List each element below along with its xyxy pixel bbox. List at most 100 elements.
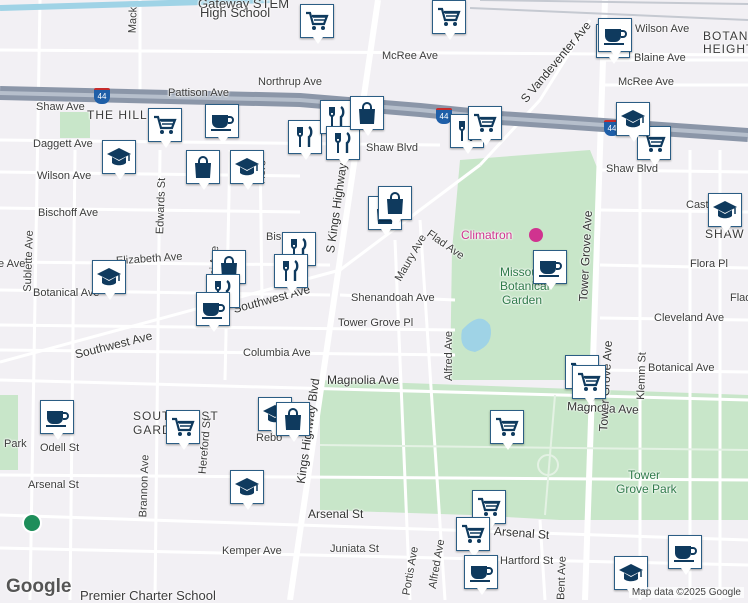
fork-knife-icon: [297, 126, 313, 147]
street-label: Botanical Ave: [648, 362, 715, 374]
street-label: Pattison Ave: [168, 87, 229, 99]
poi-pin-coffee[interactable]: [196, 292, 230, 332]
park-label: Grove Park: [616, 482, 677, 496]
neighborhood-label: BOTAN: [703, 29, 748, 43]
poi-pin-cart[interactable]: [300, 4, 334, 44]
street-label: Wilson Ave: [635, 23, 690, 35]
street-label: Arsenal St: [493, 524, 550, 542]
coffee-icon: [604, 29, 627, 45]
map-attribution: Map data ©2025 Google: [628, 587, 744, 598]
poi-pin-bag[interactable]: [186, 150, 220, 190]
bag-icon: [387, 192, 403, 214]
street-label: Arsenal St: [28, 479, 79, 491]
street-label: Daggett Ave: [33, 138, 93, 150]
fork-knife-icon: [335, 132, 351, 153]
street-label: Edwards St: [154, 177, 169, 235]
neighborhood-label: HEIGHT: [703, 42, 748, 56]
cart-icon: [154, 115, 177, 134]
poi-pin-cart[interactable]: [468, 106, 502, 146]
street-label: Alfred Ave: [442, 331, 455, 381]
cart-icon: [474, 113, 497, 132]
poi-pin-school[interactable]: [102, 140, 136, 180]
school-icon: [713, 201, 737, 219]
street-label: Kemper Ave: [222, 545, 282, 557]
street-label: Cast: [686, 199, 709, 211]
street-label: Tower Grove Pl: [338, 317, 414, 329]
fork-knife-icon: [283, 260, 299, 281]
poi-pin-cart[interactable]: [148, 108, 182, 148]
street-label: McRee Ave: [618, 76, 675, 88]
school-icon: [235, 158, 259, 176]
cart-icon: [578, 372, 601, 391]
poi-pin-fork-knife[interactable]: [288, 120, 322, 160]
poi-pin-fork-knife[interactable]: [274, 254, 308, 294]
street-label: Brannon Ave: [137, 454, 152, 518]
poi-pin-school[interactable]: [230, 150, 264, 190]
street-label: Cleveland Ave: [654, 312, 725, 324]
coffee-icon: [211, 115, 234, 131]
street-label: Shaw Ave: [36, 101, 85, 113]
street-label: Shaw Blvd: [366, 142, 418, 154]
poi-pin-school[interactable]: [614, 556, 648, 596]
street-label: Bis: [266, 231, 282, 243]
poi-pin-school[interactable]: [230, 470, 264, 510]
coffee-icon: [46, 411, 69, 427]
climatron-icon[interactable]: [529, 228, 543, 242]
poi-pin-cart[interactable]: [456, 517, 490, 557]
poi-pin-coffee[interactable]: [205, 104, 239, 144]
poi-pin-coffee[interactable]: [40, 400, 74, 440]
bag-icon: [285, 408, 301, 430]
coffee-icon: [539, 261, 562, 277]
street-label: McRee Ave: [382, 50, 439, 62]
cart-icon: [438, 7, 461, 26]
poi-pin-coffee[interactable]: [464, 555, 498, 595]
street-label: Arsenal St: [308, 507, 364, 521]
street-label: Northrup Ave: [258, 76, 323, 88]
park-marker-icon[interactable]: [22, 513, 42, 533]
poi-pin-bag[interactable]: [350, 96, 384, 136]
street-label: Botanical Ave: [33, 287, 100, 299]
street-label: Odell St: [40, 442, 80, 454]
google-logo: Google: [6, 576, 72, 597]
cart-icon: [172, 417, 195, 436]
poi-pin-bag[interactable]: [276, 402, 310, 442]
park-label: Garden: [502, 293, 543, 307]
school-icon: [97, 268, 121, 286]
street-label: Flad: [730, 292, 748, 304]
climatron-label[interactable]: Climatron: [461, 229, 512, 241]
cart-icon: [306, 11, 329, 30]
street-label: Hartford St: [500, 555, 554, 567]
coffee-icon: [674, 546, 697, 562]
coffee-icon: [470, 566, 493, 582]
street-label: Flora Pl: [690, 258, 728, 270]
poi-pin-cart[interactable]: [572, 365, 606, 405]
interstate-shield: 44: [94, 88, 110, 104]
poi-pin-cart[interactable]: [490, 410, 524, 450]
poi-pin-cart[interactable]: [166, 410, 200, 450]
coffee-icon: [202, 303, 225, 319]
street-label: Magnolia Ave: [327, 373, 399, 387]
school-icon: [235, 478, 259, 496]
school-icon: [619, 564, 643, 582]
poi-pin-coffee[interactable]: [598, 18, 632, 58]
poi-pin-school[interactable]: [92, 260, 126, 300]
street-label: Juniata St: [330, 543, 379, 555]
park-label: Tower: [628, 468, 661, 482]
street-label: Bent Ave: [555, 555, 569, 601]
school-icon: [621, 110, 645, 128]
street-label: Blaine Ave: [634, 52, 686, 64]
poi-pin-coffee[interactable]: [668, 535, 702, 575]
poi-pin-school[interactable]: [616, 102, 650, 142]
street-label: e Ave: [0, 258, 26, 270]
street-label: Bischoff Ave: [38, 207, 99, 219]
poi-pin-cart[interactable]: [432, 0, 466, 40]
cart-icon: [462, 524, 485, 543]
school-label: High School: [200, 5, 271, 20]
poi-pin-fork-knife[interactable]: [326, 126, 360, 166]
school-label: Premier Charter School: [80, 588, 216, 603]
street-label: Shenandoah Ave: [351, 292, 435, 304]
poi-pin-coffee[interactable]: [533, 250, 567, 290]
neighborhood-label: THE HILL: [87, 108, 148, 122]
poi-pin-bag[interactable]: [378, 186, 412, 226]
poi-pin-school[interactable]: [708, 193, 742, 233]
